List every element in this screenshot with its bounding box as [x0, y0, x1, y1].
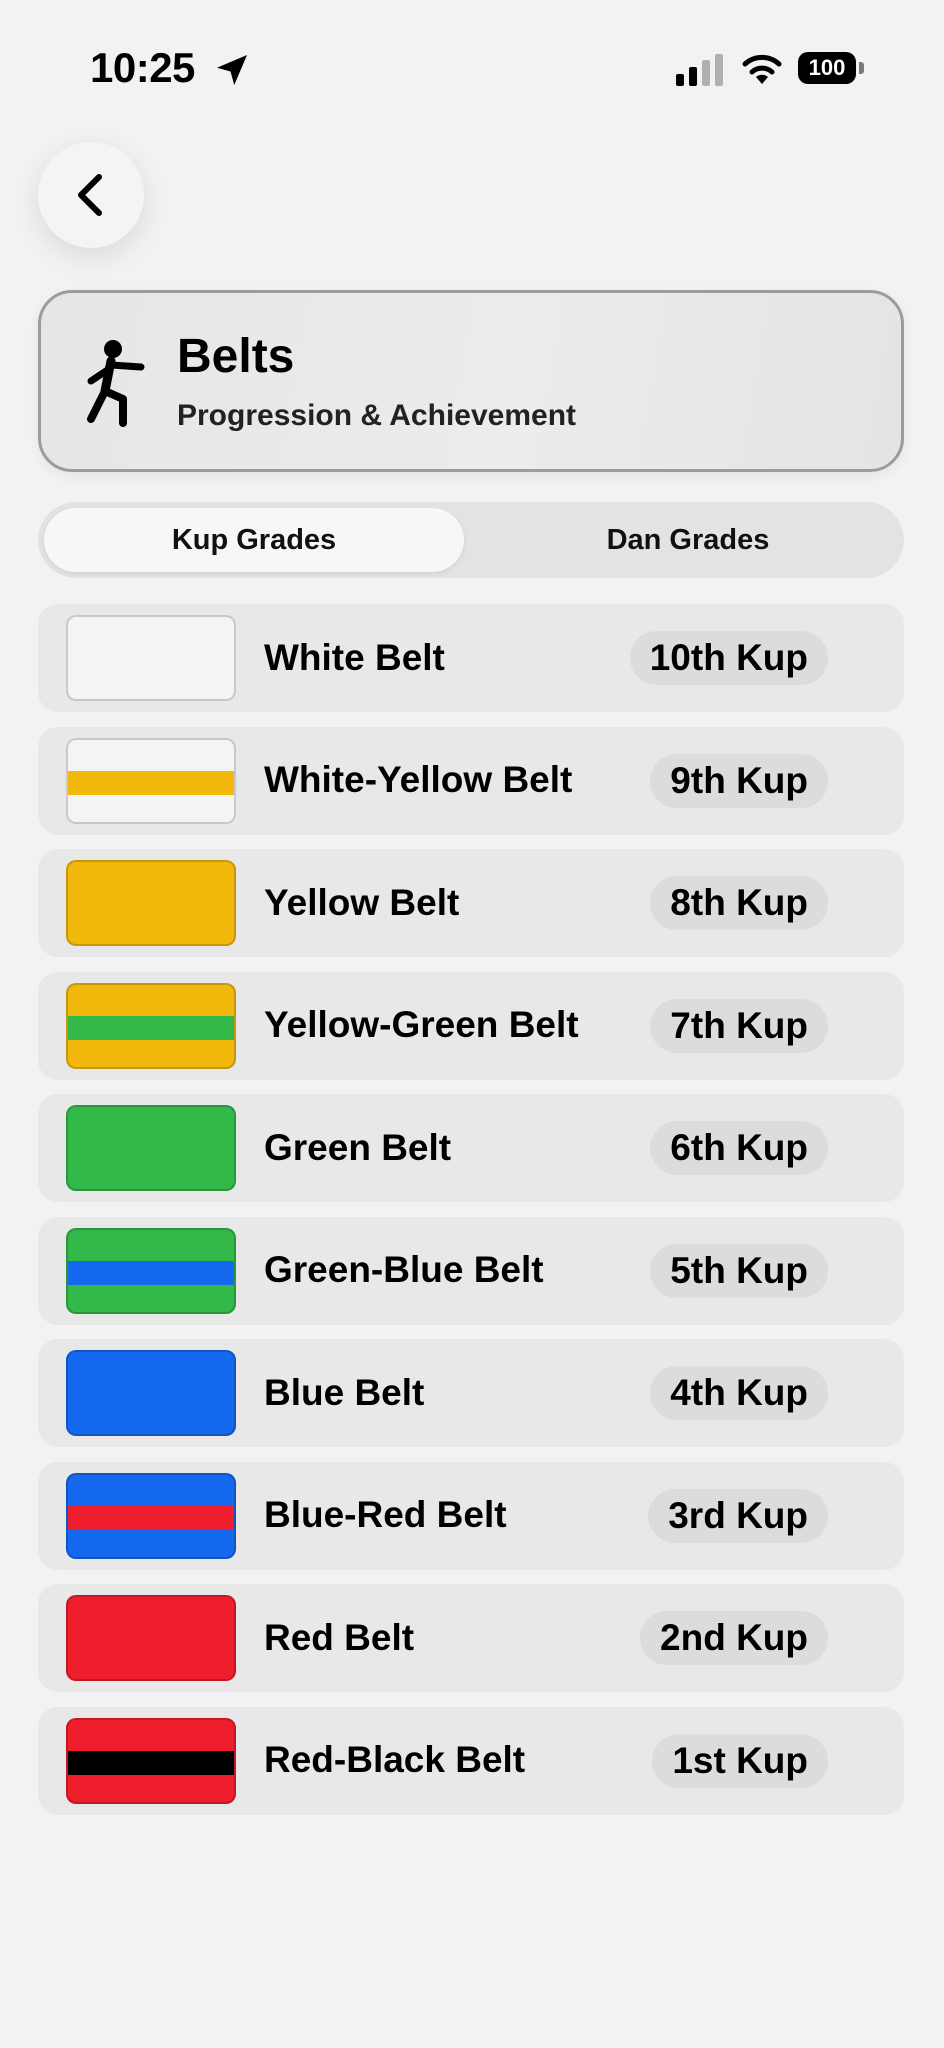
- status-time: 10:25: [90, 44, 195, 91]
- belt-row-yellow-green[interactable]: Yellow-Green Belt 7th Kup: [38, 971, 904, 1080]
- belt-name: Yellow-Green Belt: [264, 1004, 579, 1046]
- kup-grade-badge: 2nd Kup: [640, 1611, 828, 1665]
- belt-name: White-Yellow Belt: [264, 759, 573, 801]
- belt-name: Green-Blue Belt: [264, 1249, 544, 1291]
- cellular-signal-icon: [676, 54, 723, 86]
- kup-grade-badge: 3rd Kup: [648, 1488, 828, 1543]
- belt-color-swatch: [66, 1350, 236, 1436]
- kup-grade-badge: 9th Kup: [650, 753, 828, 808]
- kup-grade-badge: 5th Kup: [650, 1243, 828, 1298]
- belt-row-green-blue[interactable]: Green-Blue Belt 5th Kup: [38, 1216, 904, 1325]
- belt-color-swatch: [66, 982, 236, 1069]
- belt-row-blue-red[interactable]: Blue-Red Belt 3rd Kup: [38, 1461, 904, 1570]
- belt-name: Blue Belt: [264, 1371, 425, 1413]
- belt-row-white-yellow[interactable]: White-Yellow Belt 9th Kup: [38, 726, 904, 835]
- belt-name: Red Belt: [264, 1616, 415, 1658]
- kup-grade-badge: 4th Kup: [650, 1366, 828, 1420]
- belt-row-green[interactable]: Green Belt 6th Kup: [38, 1094, 904, 1202]
- kup-grade-badge: 8th Kup: [650, 876, 828, 930]
- belt-row-yellow[interactable]: Yellow Belt 8th Kup: [38, 849, 904, 957]
- belt-color-swatch: [66, 860, 236, 946]
- belt-row-blue[interactable]: Blue Belt 4th Kup: [38, 1339, 904, 1447]
- tab-kup-grades[interactable]: Kup Grades: [44, 508, 464, 572]
- belt-color-swatch: [66, 1227, 236, 1314]
- belt-name: Blue-Red Belt: [264, 1494, 507, 1536]
- belt-row-red[interactable]: Red Belt 2nd Kup: [38, 1584, 904, 1692]
- belt-row-red-black[interactable]: Red-Black Belt 1st Kup: [38, 1706, 904, 1815]
- chevron-left-icon: [78, 174, 102, 216]
- battery-level: 100: [808, 55, 846, 80]
- kup-grade-badge: 1st Kup: [652, 1733, 828, 1788]
- kup-grade-badge: 6th Kup: [650, 1121, 828, 1175]
- belt-name: Green Belt: [264, 1126, 452, 1168]
- belt-color-swatch: [66, 1105, 236, 1191]
- martial-arts-figure-icon: [87, 340, 145, 427]
- belt-color-swatch: [66, 615, 236, 701]
- belt-name: Red-Black Belt: [264, 1739, 526, 1781]
- wifi-icon: [742, 54, 782, 84]
- back-button[interactable]: [38, 142, 144, 248]
- belt-color-swatch: [66, 737, 236, 824]
- location-arrow-icon: [217, 55, 247, 85]
- grade-type-segmented-control: Kup Grades Dan Grades: [38, 502, 904, 578]
- battery-indicator: 100: [798, 52, 864, 86]
- belt-list: White Belt 10th Kup White-Yellow Belt 9t…: [38, 604, 904, 1829]
- status-bar: 10:25 100: [0, 0, 944, 140]
- header-card: Belts Progression & Achievement: [38, 290, 904, 472]
- kup-grade-badge: 10th Kup: [629, 631, 828, 685]
- kup-grade-badge: 7th Kup: [650, 998, 828, 1053]
- belt-color-swatch: [66, 1595, 236, 1681]
- belt-color-swatch: [66, 1717, 236, 1804]
- belt-name: Yellow Belt: [264, 881, 460, 923]
- tab-dan-grades[interactable]: Dan Grades: [478, 508, 898, 572]
- belt-name: White Belt: [264, 636, 445, 678]
- belt-color-swatch: [66, 1472, 236, 1559]
- page-subtitle: Progression & Achievement: [177, 399, 577, 432]
- belt-row-white[interactable]: White Belt 10th Kup: [38, 604, 904, 712]
- page-title: Belts: [177, 330, 295, 383]
